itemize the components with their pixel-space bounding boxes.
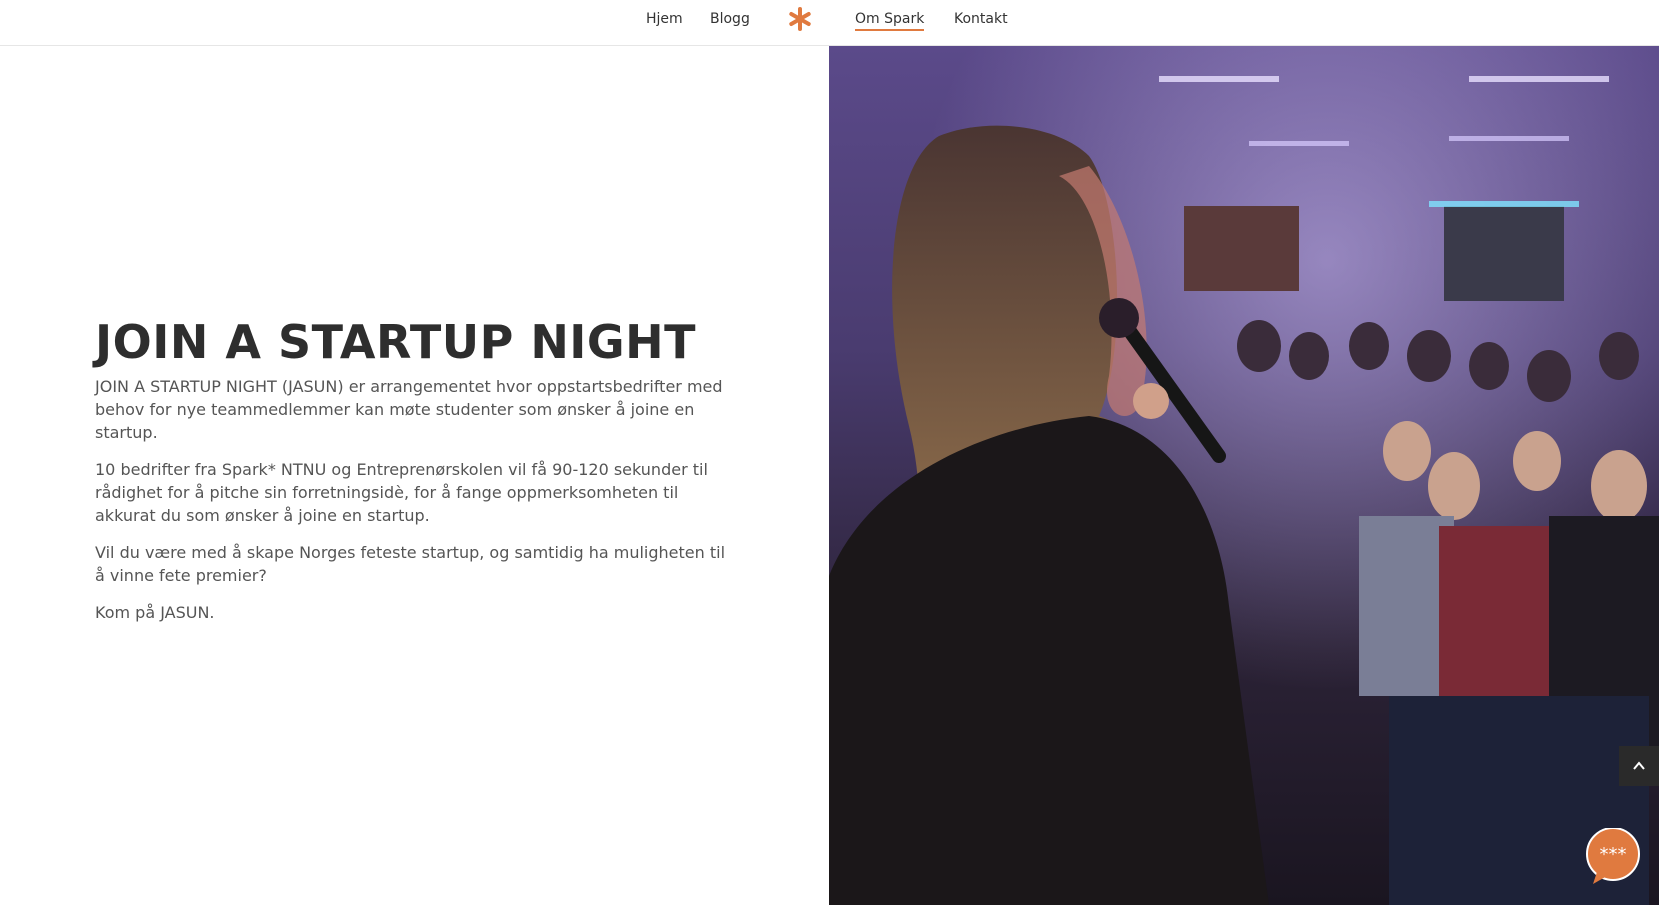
top-navigation: Hjem Blogg Om Spark Kontakt: [0, 0, 1659, 46]
nav-link-om-spark[interactable]: Om Spark: [855, 11, 925, 31]
scroll-to-top-button[interactable]: [1619, 746, 1659, 786]
svg-text:***: ***: [1600, 844, 1627, 865]
nav-link-kontakt[interactable]: Kontakt: [954, 11, 1008, 27]
nav-link-blogg[interactable]: Blogg: [710, 11, 750, 27]
event-photo: [829, 46, 1659, 905]
intro-paragraph: Kom på JASUN.: [95, 602, 215, 622]
page-title: JOIN A STARTUP NIGHT: [95, 315, 697, 369]
intro-section: JOIN A STARTUP NIGHT JOIN A STARTUP NIGH…: [0, 46, 829, 905]
intro-paragraph: 10 bedrifter fra Spark* NTNU og Entrepre…: [95, 459, 708, 525]
nav-link-hjem[interactable]: Hjem: [646, 11, 683, 27]
chevron-up-icon: [1633, 761, 1645, 770]
intro-paragraph: Vil du være med å skape Norges feteste s…: [95, 542, 726, 585]
chat-bubble-icon: ***: [1586, 827, 1640, 884]
intro-content: JOIN A STARTUP NIGHT JOIN A STARTUP NIGH…: [95, 316, 735, 624]
chat-button[interactable]: ***: [1585, 827, 1641, 884]
intro-paragraph: JOIN A STARTUP NIGHT (JASUN) er arrangem…: [95, 376, 723, 442]
asterisk-icon[interactable]: [787, 6, 813, 32]
event-photo-illustration: [829, 46, 1659, 905]
